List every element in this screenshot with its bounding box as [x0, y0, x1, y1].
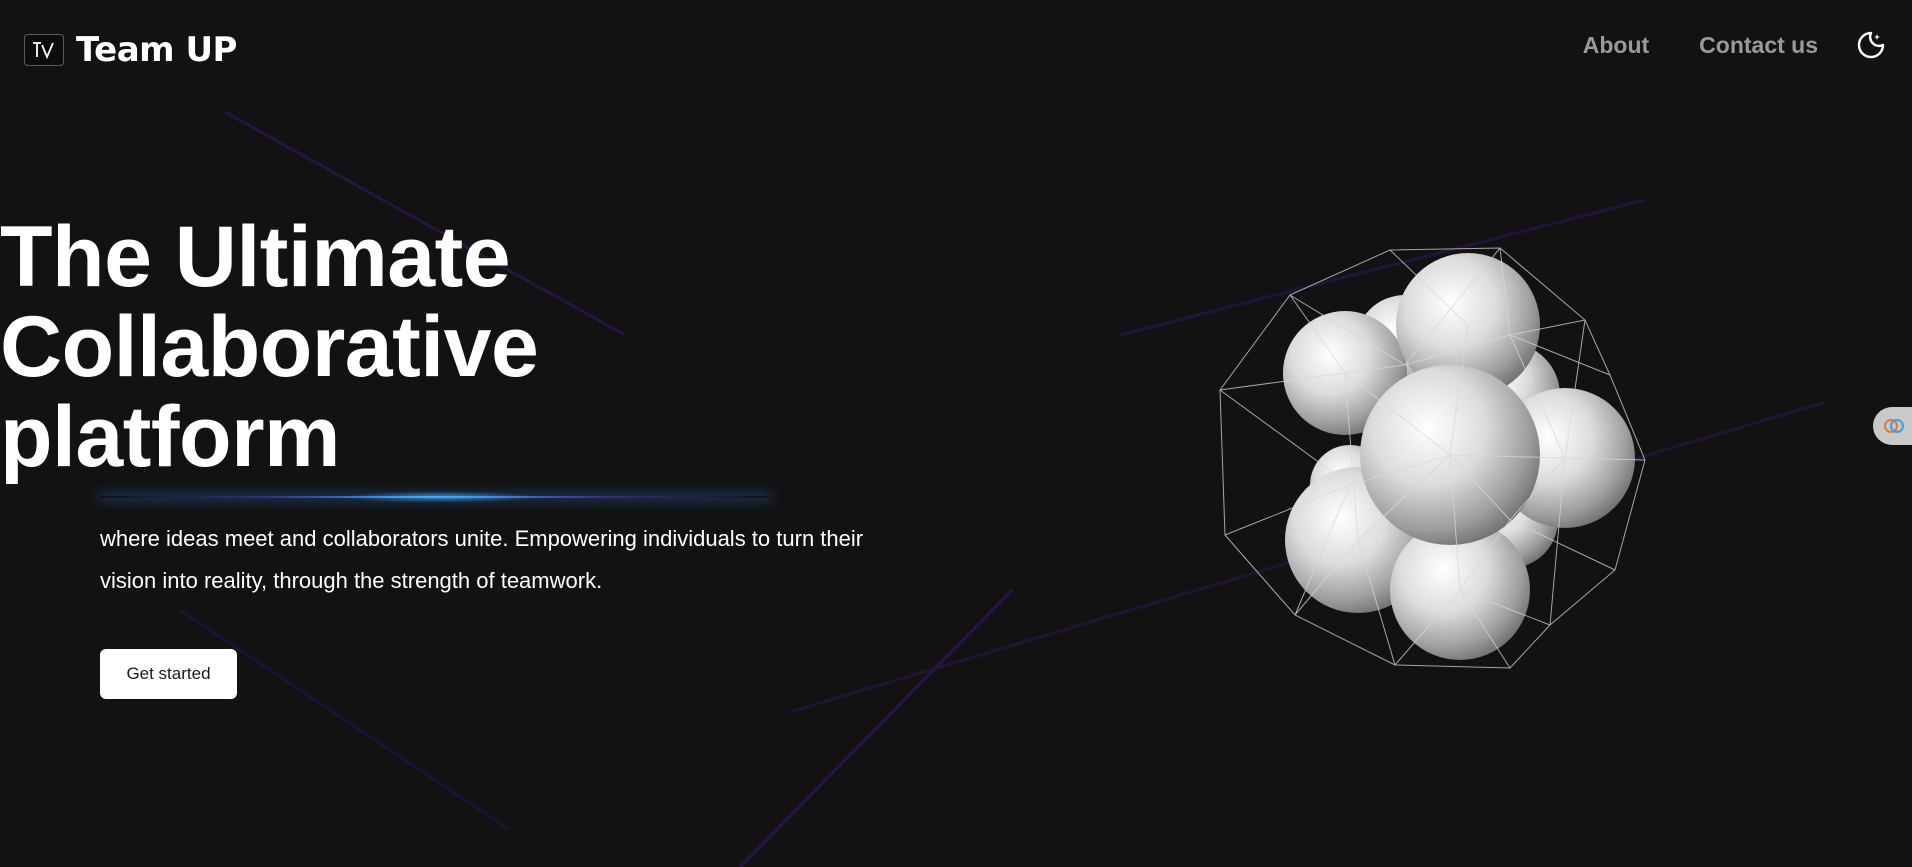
- glow-divider-highlight: [340, 491, 540, 503]
- brand-home-link[interactable]: Team UP: [24, 30, 237, 70]
- hero-title: The Ultimate Collaborative platform: [0, 209, 539, 485]
- site-header: Team UP About Contact us: [0, 0, 1912, 96]
- team-up-logo-icon: [24, 34, 64, 66]
- floating-side-widget[interactable]: [1873, 407, 1912, 445]
- hero-title-line-2: Collaborative: [0, 299, 539, 395]
- floating-widget-icon: [1884, 419, 1904, 433]
- landing-page: Team UP About Contact us The Ultimate Co…: [0, 0, 1912, 867]
- brand-name: Team UP: [76, 30, 237, 70]
- hero-title-line-1: The Ultimate: [0, 209, 511, 305]
- nav-link-about[interactable]: About: [1583, 32, 1649, 59]
- sphere-cluster-illustration: [1210, 240, 1660, 680]
- moon-icon: [1857, 31, 1885, 59]
- theme-toggle-button[interactable]: [1854, 28, 1888, 62]
- hero-description: where ideas meet and collaborators unite…: [100, 526, 864, 593]
- get-started-button[interactable]: Get started: [100, 649, 237, 699]
- nav-link-contact[interactable]: Contact us: [1699, 32, 1818, 59]
- main-nav: About Contact us: [1583, 28, 1912, 62]
- hero-title-line-3: platform: [0, 389, 341, 485]
